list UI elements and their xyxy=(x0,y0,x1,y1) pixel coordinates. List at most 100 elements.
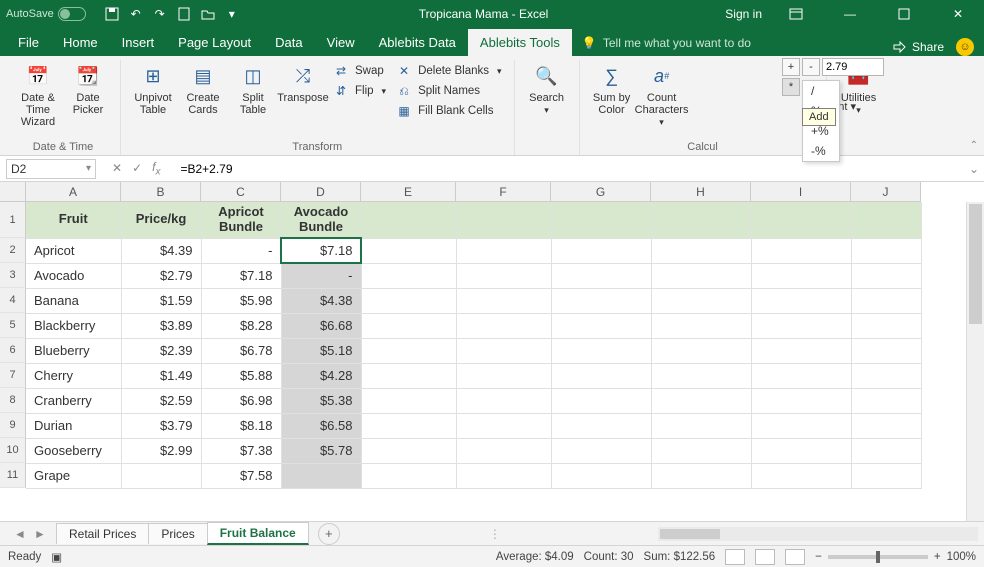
column-header[interactable]: H xyxy=(651,182,751,202)
cell[interactable] xyxy=(651,413,751,438)
cell[interactable]: $8.28 xyxy=(201,313,281,338)
cell[interactable] xyxy=(551,363,651,388)
cell[interactable]: $4.38 xyxy=(281,288,361,313)
cell[interactable] xyxy=(551,263,651,288)
feedback-icon[interactable]: ☺ xyxy=(956,38,974,56)
cell[interactable]: $5.78 xyxy=(281,438,361,463)
header-cell[interactable]: Fruit xyxy=(26,202,121,238)
cell[interactable]: $6.98 xyxy=(201,388,281,413)
delete-blanks-button[interactable]: ✕Delete Blanks▾ xyxy=(392,62,506,80)
new-sheet-button[interactable]: + xyxy=(318,523,340,545)
cell[interactable]: $7.38 xyxy=(201,438,281,463)
sheet-tab-fruit-balance[interactable]: Fruit Balance xyxy=(207,522,309,545)
new-icon[interactable] xyxy=(174,4,194,24)
tab-ablebits-data[interactable]: Ablebits Data xyxy=(367,29,468,56)
cell[interactable] xyxy=(651,338,751,363)
cell[interactable] xyxy=(361,338,456,363)
unpivot-table-button[interactable]: ⊞Unpivot Table xyxy=(129,60,177,116)
cell[interactable] xyxy=(551,338,651,363)
op-minus-percent[interactable]: -% xyxy=(803,141,839,161)
cell[interactable] xyxy=(751,238,851,263)
scrollbar-thumb[interactable] xyxy=(660,529,720,539)
tab-ablebits-tools[interactable]: Ablebits Tools xyxy=(468,29,572,56)
cell[interactable] xyxy=(751,263,851,288)
row-header[interactable]: 9 xyxy=(0,413,26,438)
cell[interactable] xyxy=(751,363,851,388)
cell[interactable] xyxy=(361,413,456,438)
zoom-control[interactable]: − + 100% xyxy=(815,551,976,563)
cell[interactable] xyxy=(551,288,651,313)
maximize-icon[interactable] xyxy=(884,0,924,28)
grid[interactable]: FruitPrice/kgApricot BundleAvocado Bundl… xyxy=(26,202,922,489)
header-cell[interactable]: Price/kg xyxy=(121,202,201,238)
cell[interactable] xyxy=(456,338,551,363)
cell[interactable]: Avocado xyxy=(26,263,121,288)
op-divide[interactable]: / xyxy=(803,81,839,101)
tab-page-layout[interactable]: Page Layout xyxy=(166,29,263,56)
cell[interactable]: $3.89 xyxy=(121,313,201,338)
column-header[interactable]: G xyxy=(551,182,651,202)
header-cell[interactable] xyxy=(651,202,751,238)
horizontal-scrollbar[interactable] xyxy=(658,527,978,541)
row-header[interactable]: 1 xyxy=(0,202,26,238)
cell[interactable] xyxy=(851,313,921,338)
column-header[interactable]: E xyxy=(361,182,456,202)
cell[interactable]: $5.98 xyxy=(201,288,281,313)
column-header[interactable]: C xyxy=(201,182,281,202)
header-cell[interactable]: Apricot Bundle xyxy=(201,202,281,238)
cell[interactable] xyxy=(361,363,456,388)
cell[interactable]: $4.28 xyxy=(281,363,361,388)
row-header[interactable]: 8 xyxy=(0,388,26,413)
cell[interactable] xyxy=(851,363,921,388)
cell[interactable] xyxy=(361,388,456,413)
tell-me[interactable]: 💡 Tell me what you want to do xyxy=(572,30,761,56)
scrollbar-thumb[interactable] xyxy=(969,204,982,324)
column-header[interactable]: I xyxy=(751,182,851,202)
fill-blank-cells-button[interactable]: ▦Fill Blank Cells xyxy=(392,102,506,120)
cell[interactable] xyxy=(651,263,751,288)
undo-icon[interactable]: ↶ xyxy=(126,4,146,24)
cell[interactable]: $7.18 xyxy=(201,263,281,288)
cell[interactable]: $2.99 xyxy=(121,438,201,463)
enter-formula-icon[interactable]: ✓ xyxy=(132,161,142,175)
select-all-corner[interactable] xyxy=(0,182,26,202)
autosave-toggle[interactable]: AutoSave xyxy=(6,7,86,21)
cell[interactable] xyxy=(551,438,651,463)
cell[interactable] xyxy=(651,313,751,338)
cell[interactable] xyxy=(456,313,551,338)
formula-input[interactable] xyxy=(176,162,964,176)
cell[interactable] xyxy=(456,438,551,463)
tab-data[interactable]: Data xyxy=(263,29,314,56)
cell[interactable] xyxy=(361,313,456,338)
cell[interactable]: $7.18 xyxy=(281,238,361,263)
cell[interactable] xyxy=(851,438,921,463)
calc-star-button[interactable]: * xyxy=(782,78,800,96)
sheet-nav-prev-icon[interactable]: ◄ xyxy=(10,527,30,541)
cell[interactable] xyxy=(121,463,201,488)
split-table-button[interactable]: ◫Split Table xyxy=(229,60,277,116)
cell[interactable] xyxy=(851,238,921,263)
view-page-break-icon[interactable] xyxy=(785,549,805,565)
cell[interactable] xyxy=(551,463,651,488)
cell[interactable] xyxy=(456,288,551,313)
row-header[interactable]: 10 xyxy=(0,438,26,463)
cell[interactable] xyxy=(851,413,921,438)
cell[interactable] xyxy=(851,338,921,363)
cell[interactable] xyxy=(751,288,851,313)
cell[interactable] xyxy=(551,413,651,438)
cell[interactable]: $4.39 xyxy=(121,238,201,263)
cell[interactable]: $5.18 xyxy=(281,338,361,363)
cell[interactable]: Apricot xyxy=(26,238,121,263)
flip-button[interactable]: ⇵Flip▾ xyxy=(329,82,390,100)
cell[interactable]: - xyxy=(281,263,361,288)
qat-dropdown-icon[interactable]: ▾ xyxy=(222,4,242,24)
cell[interactable] xyxy=(751,338,851,363)
cell[interactable] xyxy=(651,363,751,388)
row-header[interactable]: 4 xyxy=(0,288,26,313)
cell[interactable]: Cherry xyxy=(26,363,121,388)
sum-by-color-button[interactable]: ∑Sum by Color xyxy=(588,60,636,116)
cell[interactable] xyxy=(751,438,851,463)
tab-file[interactable]: File xyxy=(6,29,51,56)
cell[interactable]: $1.49 xyxy=(121,363,201,388)
close-icon[interactable]: ✕ xyxy=(938,0,978,28)
